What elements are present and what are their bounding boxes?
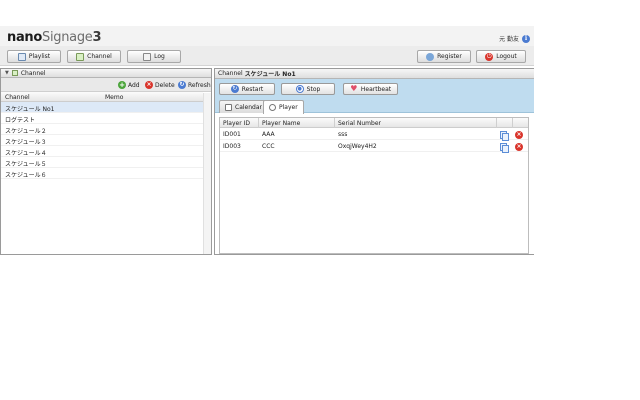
- delete-button[interactable]: × Delete: [145, 81, 175, 89]
- table-row[interactable]: ID003 CCC OxqjWey4H2 ×: [220, 140, 528, 153]
- add-button[interactable]: + Add: [118, 81, 140, 89]
- player-table: Player ID Player Name Serial Number ID00…: [219, 117, 529, 254]
- channel-row[interactable]: スケジュール２: [1, 124, 203, 135]
- stop-icon: ●: [295, 85, 304, 93]
- channel-toolbar: + Add × Delete ↻ Refresh: [1, 78, 211, 92]
- calendar-icon: [225, 103, 232, 111]
- stop-button[interactable]: ● Stop: [281, 83, 335, 95]
- channel-detail-panel: Channel スケジュール No1 ↻ Restart ● Stop ♥ He…: [214, 68, 534, 255]
- restart-button[interactable]: ↻ Restart: [219, 83, 275, 95]
- channel-detail-title: Channel スケジュール No1: [215, 69, 534, 79]
- add-icon: +: [118, 81, 126, 89]
- table-row[interactable]: ID001 AAA sss ×: [220, 128, 528, 141]
- column-player-id[interactable]: Player ID: [223, 120, 250, 127]
- refresh-button[interactable]: ↻ Refresh: [178, 81, 211, 89]
- playlist-icon: [17, 52, 26, 61]
- heart-icon: ♥: [350, 84, 358, 93]
- channel-row[interactable]: ログテスト: [1, 113, 203, 124]
- scrollbar[interactable]: [203, 93, 211, 254]
- channel-icon: [76, 52, 85, 61]
- user-add-icon: [426, 52, 435, 61]
- player-table-header: Player ID Player Name Serial Number: [220, 118, 528, 128]
- user-name: 元 勤友: [499, 36, 519, 43]
- main-nav: Playlist Channel Log Register ⏻ Logout: [0, 46, 534, 66]
- log-icon: [143, 52, 152, 61]
- collapse-icon[interactable]: ▼: [5, 70, 9, 76]
- log-button[interactable]: Log: [127, 50, 181, 63]
- app-logo: nanoSignage3: [7, 30, 102, 45]
- column-player-name[interactable]: Player Name: [262, 120, 300, 127]
- channel-row[interactable]: スケジュール No1: [1, 102, 203, 113]
- channel-button[interactable]: Channel: [67, 50, 121, 63]
- user-area: 元 勤友 i: [499, 34, 530, 43]
- playlist-button[interactable]: Playlist: [7, 50, 61, 63]
- logout-button[interactable]: ⏻ Logout: [476, 50, 526, 63]
- channel-row[interactable]: スケジュール５: [1, 157, 203, 168]
- channel-panel: ▼ Channel + Add × Delete ↻ Refresh Chann…: [0, 68, 212, 255]
- delete-icon: ×: [145, 81, 153, 89]
- delete-icon[interactable]: ×: [515, 143, 523, 151]
- tab-player[interactable]: Player: [263, 100, 304, 114]
- copy-icon[interactable]: [500, 143, 509, 153]
- info-icon[interactable]: i: [522, 34, 530, 43]
- channel-row[interactable]: スケジュール４: [1, 146, 203, 157]
- channel-table-header: Channel Memo: [1, 92, 203, 102]
- channel-row[interactable]: スケジュール６: [1, 168, 203, 179]
- delete-icon[interactable]: ×: [515, 131, 523, 139]
- restart-icon: ↻: [230, 85, 239, 93]
- channel-row[interactable]: スケジュール３: [1, 135, 203, 146]
- power-icon: ⏻: [485, 52, 494, 61]
- column-memo[interactable]: Memo: [105, 94, 123, 101]
- channel-panel-title: ▼ Channel: [1, 69, 211, 78]
- column-serial-number[interactable]: Serial Number: [338, 120, 381, 127]
- copy-icon[interactable]: [500, 131, 509, 141]
- player-icon: [269, 104, 276, 111]
- top-header: nanoSignage3 元 勤友 i: [0, 26, 534, 46]
- column-channel[interactable]: Channel: [5, 94, 30, 101]
- heartbeat-button[interactable]: ♥ Heartbeat: [343, 83, 398, 95]
- player-toolbar: ↻ Restart ● Stop ♥ Heartbeat Calendar Pl…: [215, 79, 534, 114]
- app-window: nanoSignage3 元 勤友 i Playlist Channel Log…: [0, 26, 534, 255]
- tab-calendar[interactable]: Calendar: [219, 100, 268, 113]
- channel-icon: [11, 70, 18, 76]
- refresh-icon: ↻: [178, 81, 186, 89]
- register-button[interactable]: Register: [417, 50, 471, 63]
